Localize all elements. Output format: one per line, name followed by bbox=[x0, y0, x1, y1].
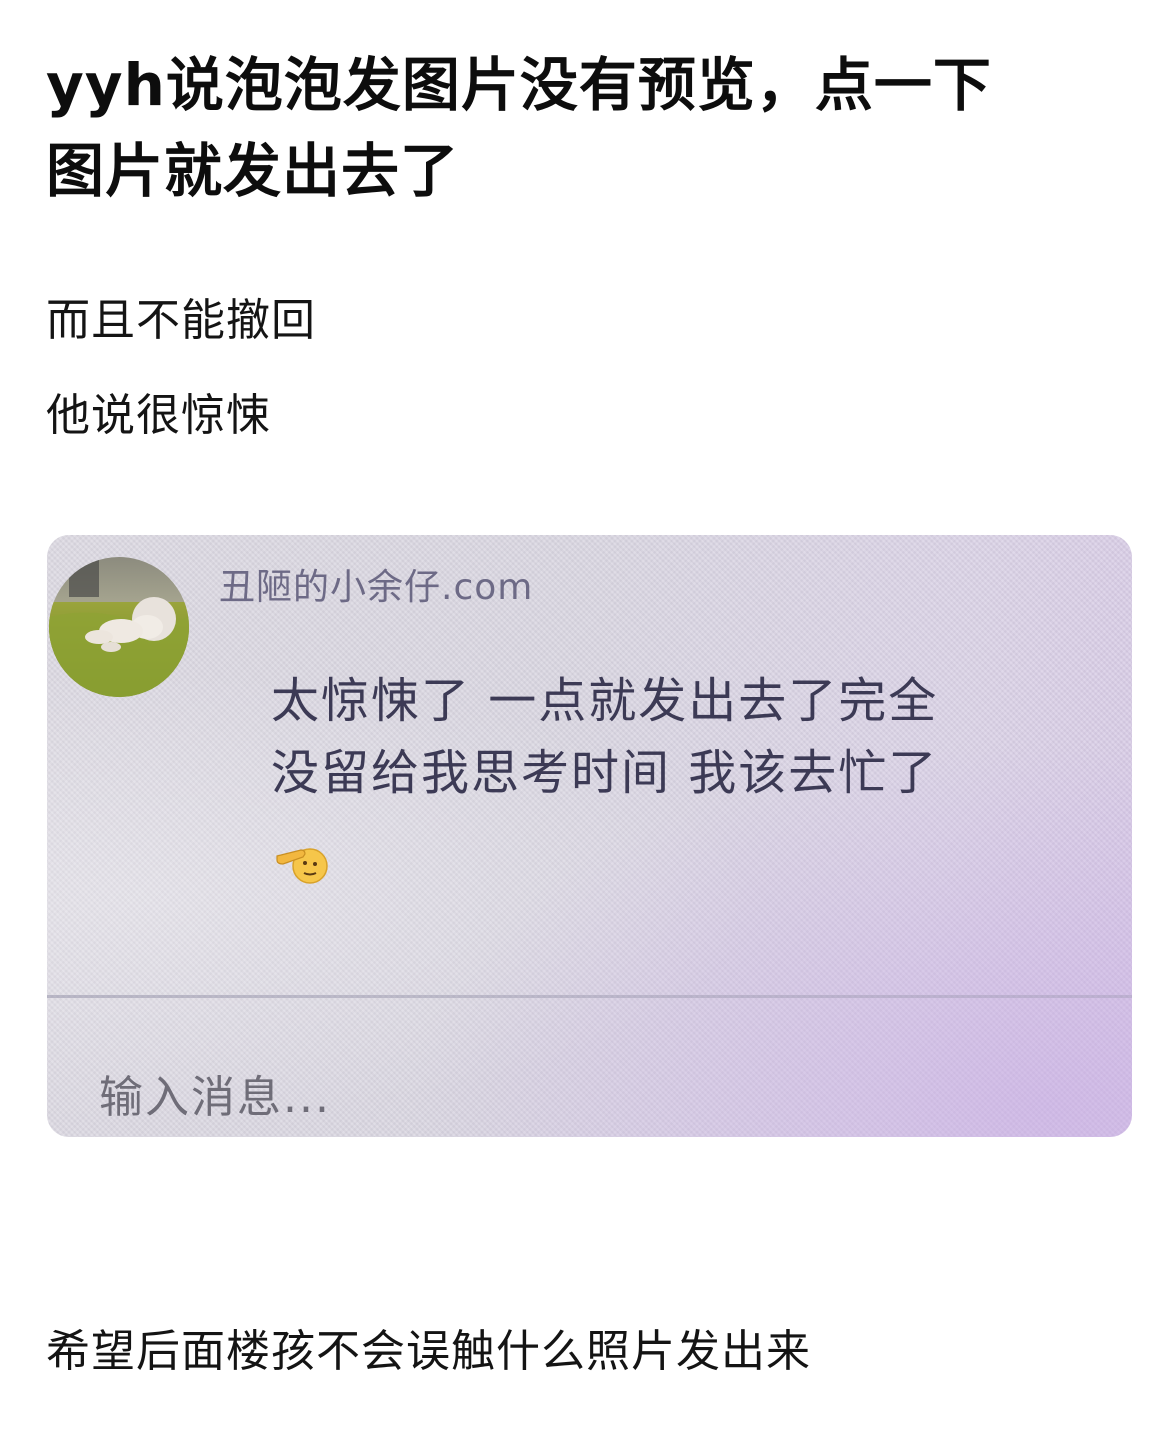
message-bubble-text: 太惊悚了 一点就发出去了完全 没留给我思考时间 我该去忙了 bbox=[271, 665, 1071, 809]
input-divider bbox=[47, 995, 1132, 998]
message-line: 没留给我思考时间 我该去忙了 bbox=[271, 745, 939, 801]
post-title-line: yyh说泡泡发图片没有预览，点一下 bbox=[46, 51, 992, 119]
chat-screenshot-image[interactable]: 丑陋的小余仔.com 太惊悚了 一点就发出去了完全 没留给我思考时间 我该去忙了… bbox=[47, 535, 1132, 1137]
post-title: yyh说泡泡发图片没有预览，点一下 图片就发出去了 bbox=[46, 42, 1116, 214]
post: yyh说泡泡发图片没有预览，点一下 图片就发出去了 而且不能撤回 他说很惊悚 丑… bbox=[0, 0, 1153, 1438]
post-closing-paragraph: 希望后面楼孩不会误触什么照片发出来 bbox=[46, 1326, 811, 1377]
avatar[interactable] bbox=[49, 557, 189, 697]
post-title-line: 图片就发出去了 bbox=[46, 137, 460, 205]
screen-glare bbox=[47, 535, 1132, 1137]
message-line: 太惊悚了 一点就发出去了完全 bbox=[271, 673, 939, 729]
saluting-face-emoji-icon bbox=[276, 848, 328, 884]
sender-name: 丑陋的小余仔.com bbox=[219, 567, 534, 608]
avatar-photo-icon bbox=[49, 557, 189, 697]
post-paragraph: 而且不能撤回 bbox=[46, 295, 316, 346]
message-input[interactable]: 输入消息... bbox=[99, 1070, 331, 1126]
post-paragraph: 他说很惊悚 bbox=[46, 390, 271, 441]
